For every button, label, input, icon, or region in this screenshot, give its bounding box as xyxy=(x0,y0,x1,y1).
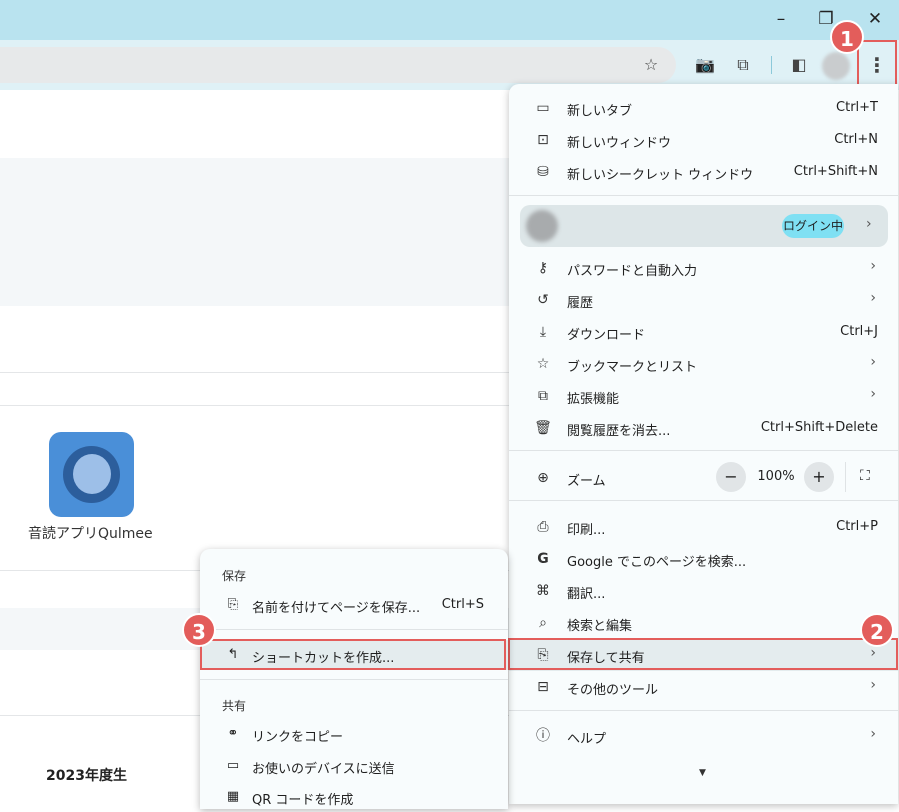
chevron-right-icon: › xyxy=(870,386,876,402)
step-badge-3: 3 xyxy=(182,613,216,647)
page-banner xyxy=(0,158,520,306)
submenu-header-save: 保存 xyxy=(222,569,247,583)
incognito-icon: ⛁ xyxy=(537,164,549,180)
camera-icon[interactable]: 📷 xyxy=(692,52,718,78)
side-panel-icon[interactable]: ◧ xyxy=(786,52,812,78)
menu-item-translate[interactable]: ⌘ 翻訳... xyxy=(509,575,898,607)
history-icon: ↺ xyxy=(537,292,549,308)
menu-item-passwords[interactable]: ⚷ パスワードと自動入力 › xyxy=(509,252,898,284)
scroll-down-icon[interactable]: ▼ xyxy=(699,768,706,778)
minimize-icon[interactable]: – xyxy=(770,8,792,30)
download-icon: ⤓ xyxy=(539,324,547,340)
menu-item-zoom: ⊕ ズーム xyxy=(509,462,898,494)
submenu-item-save-page[interactable]: ⎘ 名前を付けてページを保存... Ctrl+S xyxy=(200,590,508,620)
menu-item-clear-data[interactable]: 🗑 閲覧履歴を消去... Ctrl+Shift+Delete xyxy=(509,412,898,444)
devices-icon: ▭ xyxy=(226,758,240,773)
divider xyxy=(0,372,520,373)
chevron-right-icon: › xyxy=(870,258,876,274)
menu-item-new-window[interactable]: ⊡ 新しいウィンドウ Ctrl+N xyxy=(509,124,898,156)
new-window-icon: ⊡ xyxy=(537,132,549,148)
submenu-item-send-devices[interactable]: ▭ お使いのデバイスに送信 xyxy=(200,751,508,781)
qr-code-icon: ▦ xyxy=(226,789,240,804)
profile-avatar-menu xyxy=(526,210,558,242)
save-page-icon: ⎘ xyxy=(227,597,239,612)
submenu-item-copy-link[interactable]: ⚭ リンクをコピー xyxy=(200,719,508,749)
zoom-icon: ⊕ xyxy=(537,470,549,486)
app-label[interactable]: 音読アプリQulmee xyxy=(28,523,158,543)
menu-separator xyxy=(509,710,898,711)
extensions-icon[interactable]: ⧉ xyxy=(730,52,756,78)
menu-separator xyxy=(509,195,898,196)
toolbox-icon: ⊟ xyxy=(537,679,549,695)
menu-item-extensions[interactable]: ⧉ 拡張機能 › xyxy=(509,380,898,412)
menu-item-incognito[interactable]: ⛁ 新しいシークレット ウィンドウ Ctrl+Shift+N xyxy=(509,156,898,188)
help-icon: ⓘ xyxy=(536,728,550,744)
submenu-separator xyxy=(200,629,508,630)
close-icon[interactable]: ✕ xyxy=(864,8,886,30)
title-bar xyxy=(0,0,899,40)
new-tab-icon: ▭ xyxy=(536,100,550,116)
step-badge-1: 1 xyxy=(830,20,864,54)
address-bar[interactable] xyxy=(0,47,676,83)
star-icon: ☆ xyxy=(536,356,550,372)
chevron-right-icon: › xyxy=(870,354,876,370)
highlight-save-share xyxy=(508,638,898,670)
find-icon: ⌕ xyxy=(539,615,547,631)
app-icon[interactable] xyxy=(49,432,134,517)
bookmark-star-icon[interactable]: ☆ xyxy=(638,52,664,78)
submenu-item-qr-code[interactable]: ▦ QR コードを作成 xyxy=(200,782,508,812)
chevron-right-icon: › xyxy=(870,726,876,742)
printer-icon: ⎙ xyxy=(537,519,549,535)
highlight-create-shortcut xyxy=(200,639,506,670)
menu-item-google-search[interactable]: G Google でこのページを検索... xyxy=(509,543,898,575)
menu-item-help[interactable]: ⓘ ヘルプ › xyxy=(509,720,898,752)
chevron-right-icon: › xyxy=(870,677,876,693)
toolbar-divider xyxy=(771,56,772,74)
menu-item-bookmarks[interactable]: ☆ ブックマークとリスト › xyxy=(509,348,898,380)
menu-item-history[interactable]: ↺ 履歴 › xyxy=(509,284,898,316)
divider xyxy=(0,405,520,406)
menu-separator xyxy=(509,500,898,501)
submenu-header-share: 共有 xyxy=(222,699,247,713)
zoom-level: 100% xyxy=(757,469,795,484)
menu-item-find-edit[interactable]: ⌕ 検索と編集 xyxy=(509,607,898,639)
zoom-divider xyxy=(845,462,846,492)
login-status-badge: ログイン中 xyxy=(782,214,844,238)
key-icon: ⚷ xyxy=(537,260,549,276)
profile-avatar[interactable] xyxy=(822,52,850,80)
menu-item-print[interactable]: ⎙ 印刷... Ctrl+P xyxy=(509,511,898,543)
google-icon: G xyxy=(537,551,549,567)
translate-icon: ⌘ xyxy=(536,583,550,599)
fullscreen-icon[interactable]: ⛶ xyxy=(860,468,870,484)
menu-item-more-tools[interactable]: ⊟ その他のツール › xyxy=(509,671,898,703)
trash-icon: 🗑 xyxy=(534,420,552,436)
link-icon: ⚭ xyxy=(227,726,239,741)
zoom-out-button[interactable]: − xyxy=(716,462,746,492)
menu-separator xyxy=(509,450,898,451)
chevron-right-icon: › xyxy=(866,216,872,232)
highlight-menu-button xyxy=(857,40,897,89)
menu-item-new-tab[interactable]: ▭ 新しいタブ Ctrl+T xyxy=(509,92,898,124)
step-badge-2: 2 xyxy=(860,613,894,647)
year-label: 2023年度生 xyxy=(46,768,127,784)
zoom-in-button[interactable]: + xyxy=(804,462,834,492)
chevron-right-icon: › xyxy=(870,290,876,306)
submenu-separator xyxy=(200,679,508,680)
menu-item-downloads[interactable]: ⤓ ダウンロード Ctrl+J xyxy=(509,316,898,348)
puzzle-icon: ⧉ xyxy=(538,388,548,404)
